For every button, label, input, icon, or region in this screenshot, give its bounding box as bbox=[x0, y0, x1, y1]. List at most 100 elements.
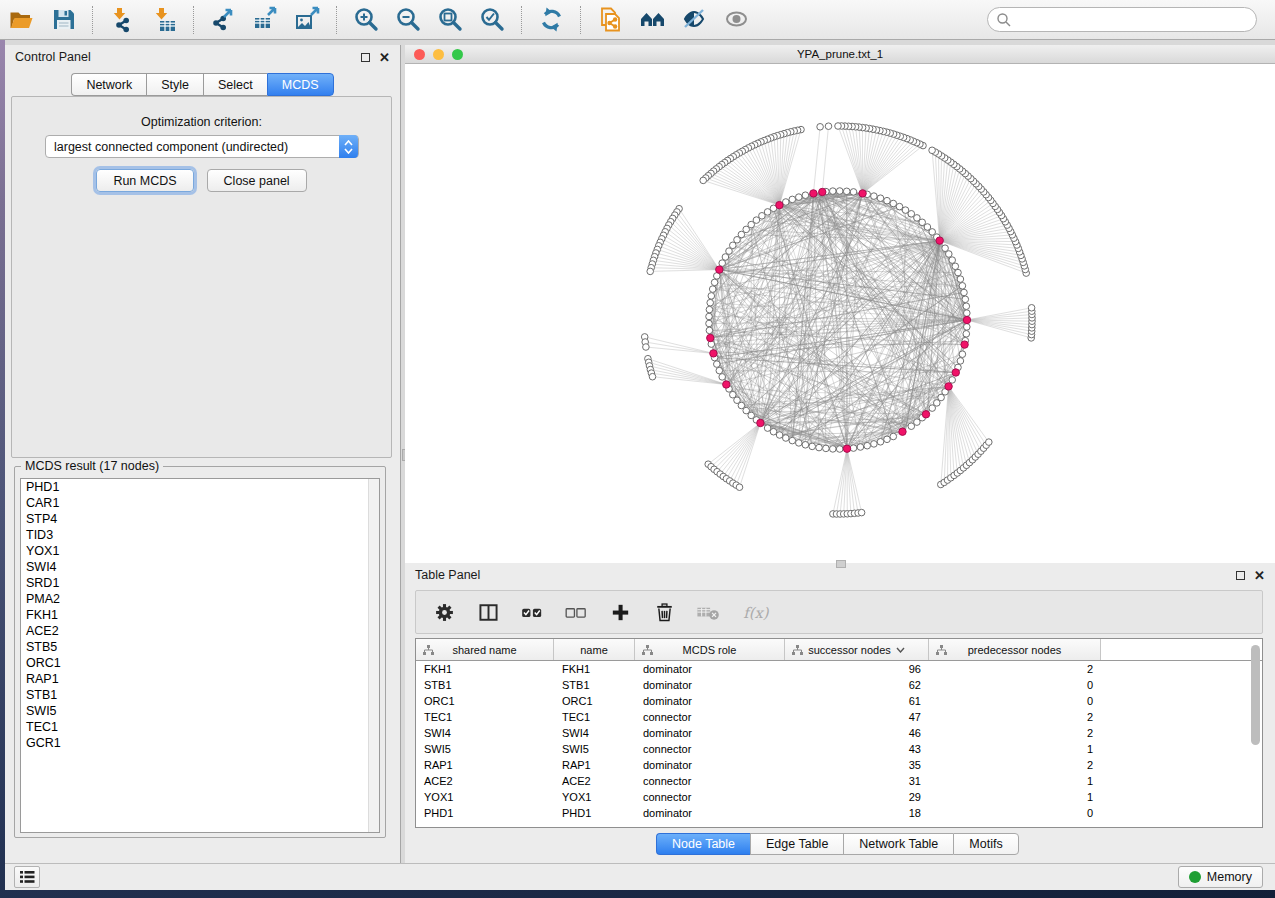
network-canvas[interactable] bbox=[405, 64, 1275, 563]
result-node[interactable]: STB5 bbox=[21, 639, 379, 655]
zoom-fit-icon[interactable] bbox=[433, 5, 467, 35]
table-scrollbar[interactable] bbox=[1251, 645, 1260, 745]
maximize-window-icon[interactable] bbox=[452, 49, 463, 60]
result-node[interactable]: ORC1 bbox=[21, 655, 379, 671]
result-node[interactable]: STB1 bbox=[21, 687, 379, 703]
criterion-dropdown[interactable]: largest connected component (undirected) bbox=[45, 135, 359, 158]
cell-shared-name: SWI4 bbox=[416, 727, 554, 739]
table-body: FKH1FKH1dominator962STB1STB1dominator620… bbox=[416, 661, 1262, 821]
result-node[interactable]: FKH1 bbox=[21, 607, 379, 623]
cell-predecessor-nodes: 1 bbox=[929, 743, 1101, 755]
tab-network[interactable]: Network bbox=[71, 73, 146, 96]
close-panel-icon[interactable]: ✕ bbox=[379, 53, 390, 62]
open-session-icon[interactable] bbox=[4, 5, 38, 35]
cell-successor-nodes: 18 bbox=[785, 807, 929, 819]
mcds-result-title: MCDS result (17 nodes) bbox=[21, 459, 163, 473]
result-node[interactable]: SWI4 bbox=[21, 559, 379, 575]
cell-name: SWI5 bbox=[554, 743, 635, 755]
settings-icon[interactable] bbox=[432, 602, 456, 623]
cell-successor-nodes: 29 bbox=[785, 791, 929, 803]
tab-network-table[interactable]: Network Table bbox=[843, 833, 953, 855]
result-node[interactable]: RAP1 bbox=[21, 671, 379, 687]
float-panel-icon[interactable] bbox=[361, 53, 370, 62]
table-row[interactable]: YOX1YOX1connector291 bbox=[416, 789, 1262, 805]
refresh-layout-icon[interactable] bbox=[534, 5, 568, 35]
function-builder-icon[interactable]: f(x) bbox=[741, 601, 773, 623]
memory-button[interactable]: Memory bbox=[1178, 866, 1263, 888]
tab-motifs[interactable]: Motifs bbox=[953, 833, 1018, 855]
save-session-icon[interactable] bbox=[46, 5, 80, 35]
result-node[interactable]: TEC1 bbox=[21, 719, 379, 735]
table-row[interactable]: PHD1PHD1dominator180 bbox=[416, 805, 1262, 821]
search-icon bbox=[996, 12, 1012, 28]
table-row[interactable]: SWI4SWI4dominator462 bbox=[416, 725, 1262, 741]
memory-status-icon bbox=[1189, 871, 1201, 883]
deselect-all-icon[interactable] bbox=[564, 603, 588, 622]
column-header-successor-nodes[interactable]: successor nodes bbox=[785, 639, 929, 660]
close-window-icon[interactable] bbox=[414, 49, 425, 60]
zoom-out-icon[interactable] bbox=[391, 5, 425, 35]
tab-select[interactable]: Select bbox=[203, 73, 267, 96]
result-node[interactable]: CAR1 bbox=[21, 495, 379, 511]
export-image-icon[interactable] bbox=[290, 5, 324, 35]
column-header-predecessor-nodes[interactable]: predecessor nodes bbox=[929, 639, 1101, 660]
delete-column-icon[interactable] bbox=[652, 602, 676, 623]
result-node[interactable]: ACE2 bbox=[21, 623, 379, 639]
table-row[interactable]: RAP1RAP1dominator352 bbox=[416, 757, 1262, 773]
import-network-icon[interactable] bbox=[105, 5, 139, 35]
split-columns-icon[interactable] bbox=[476, 602, 500, 623]
zoom-in-icon[interactable] bbox=[349, 5, 383, 35]
search-network-icon[interactable] bbox=[635, 5, 669, 35]
table-row[interactable]: FKH1FKH1dominator962 bbox=[416, 661, 1262, 677]
delete-table-icon[interactable] bbox=[696, 603, 721, 622]
export-table-icon[interactable] bbox=[248, 5, 282, 35]
result-node[interactable]: TID3 bbox=[21, 527, 379, 543]
close-panel-button[interactable]: Close panel bbox=[207, 169, 307, 192]
cell-MCDS-role: connector bbox=[635, 775, 785, 787]
horizontal-splitter-handle[interactable] bbox=[836, 560, 846, 568]
cell-name: PHD1 bbox=[554, 807, 635, 819]
float-table-panel-icon[interactable] bbox=[1236, 571, 1245, 580]
result-scrollbar[interactable] bbox=[368, 479, 379, 832]
zoom-selected-icon[interactable] bbox=[475, 5, 509, 35]
table-row[interactable]: ORC1ORC1dominator610 bbox=[416, 693, 1262, 709]
node-table: shared namenameMCDS rolesuccessor nodesp… bbox=[415, 638, 1263, 828]
column-header-MCDS-role[interactable]: MCDS role bbox=[635, 639, 785, 660]
result-node[interactable]: SRD1 bbox=[21, 575, 379, 591]
mcds-result-list[interactable]: PHD1CAR1STP4TID3YOX1SWI4SRD1PMA2FKH1ACE2… bbox=[20, 478, 380, 833]
close-table-panel-icon[interactable]: ✕ bbox=[1254, 571, 1265, 580]
column-header-shared-name[interactable]: shared name bbox=[416, 639, 554, 660]
result-node[interactable]: STP4 bbox=[21, 511, 379, 527]
table-row[interactable]: TEC1TEC1connector472 bbox=[416, 709, 1262, 725]
import-table-icon[interactable] bbox=[147, 5, 181, 35]
tab-mcds[interactable]: MCDS bbox=[267, 73, 334, 96]
run-mcds-button[interactable]: Run MCDS bbox=[96, 169, 193, 192]
result-node[interactable]: PMA2 bbox=[21, 591, 379, 607]
add-column-icon[interactable] bbox=[608, 602, 632, 623]
result-node[interactable]: PHD1 bbox=[21, 479, 379, 495]
column-header-name[interactable]: name bbox=[554, 639, 635, 660]
clone-network-icon[interactable] bbox=[593, 5, 627, 35]
result-node[interactable]: GCR1 bbox=[21, 735, 379, 751]
network-graph bbox=[405, 64, 1275, 563]
table-toolbar: f(x) bbox=[415, 590, 1263, 634]
vizmapper-icon[interactable] bbox=[677, 5, 711, 35]
cell-name: TEC1 bbox=[554, 711, 635, 723]
task-history-button[interactable] bbox=[14, 866, 40, 888]
select-all-icon[interactable] bbox=[520, 603, 544, 622]
result-node[interactable]: SWI5 bbox=[21, 703, 379, 719]
right-column: YPA_prune.txt_1 Table Panel ✕ f(x) s bbox=[405, 45, 1275, 863]
search-input[interactable] bbox=[987, 7, 1257, 32]
tab-style[interactable]: Style bbox=[146, 73, 203, 96]
tab-node-table[interactable]: Node Table bbox=[656, 833, 750, 855]
table-row[interactable]: SWI5SWI5connector431 bbox=[416, 741, 1262, 757]
table-row[interactable]: ACE2ACE2connector311 bbox=[416, 773, 1262, 789]
table-row[interactable]: STB1STB1dominator620 bbox=[416, 677, 1262, 693]
result-node[interactable]: YOX1 bbox=[21, 543, 379, 559]
show-graphics-icon[interactable] bbox=[719, 5, 753, 35]
cell-successor-nodes: 62 bbox=[785, 679, 929, 691]
export-network-icon[interactable] bbox=[206, 5, 240, 35]
cell-shared-name: RAP1 bbox=[416, 759, 554, 771]
minimize-window-icon[interactable] bbox=[433, 49, 444, 60]
tab-edge-table[interactable]: Edge Table bbox=[750, 833, 843, 855]
